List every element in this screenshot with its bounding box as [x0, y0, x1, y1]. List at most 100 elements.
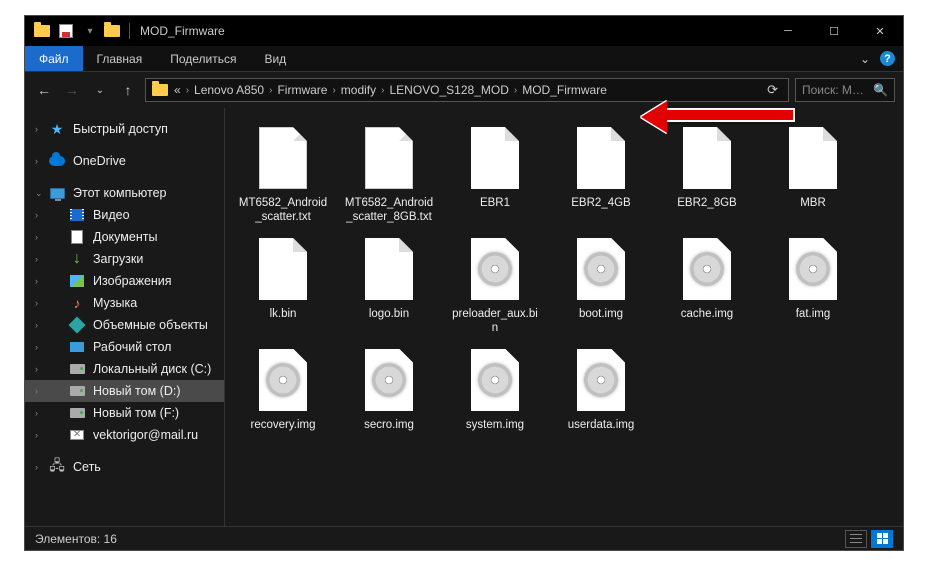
sidebar-item[interactable]: ›Локальный диск (C:) — [25, 358, 224, 380]
chevron-right-icon: › — [35, 210, 38, 220]
sidebar-item[interactable]: ›Объемные объекты — [25, 314, 224, 336]
blank-file-icon — [789, 127, 837, 189]
view-icons-button[interactable] — [871, 530, 893, 548]
blank-file-icon — [577, 127, 625, 189]
sidebar-network[interactable]: › 🖧 Сеть — [25, 456, 224, 478]
sidebar-item[interactable]: › Новый том (F:) — [25, 402, 224, 424]
sidebar-item-label: Локальный диск (C:) — [93, 362, 211, 376]
nav-up-button[interactable]: ↑ — [117, 79, 139, 101]
close-button[interactable]: ✕ — [857, 16, 903, 46]
ribbon-tab-view[interactable]: Вид — [250, 46, 300, 71]
file-item[interactable]: userdata.img — [553, 344, 649, 432]
sidebar[interactable]: › ★ Быстрый доступ › OneDrive ⌄ Этот ком… — [25, 108, 225, 526]
refresh-icon[interactable]: ⟳ — [763, 82, 782, 98]
sidebar-item-label: Новый том (D:) — [93, 384, 181, 398]
file-content-area[interactable]: MT6582_Android_scatter.txtMT6582_Android… — [225, 108, 903, 526]
nav-forward-button[interactable]: → — [61, 79, 83, 101]
sidebar-this-pc[interactable]: ⌄ Этот компьютер — [25, 182, 224, 204]
chevron-right-icon: › — [35, 156, 38, 166]
file-label: EBR1 — [478, 196, 512, 210]
chevron-right-icon: › — [35, 254, 38, 264]
sidebar-item[interactable]: ›Новый том (D:) — [25, 380, 224, 402]
disc-image-icon — [577, 238, 625, 300]
sidebar-item[interactable]: ›↓Загрузки — [25, 248, 224, 270]
save-qat-icon[interactable] — [55, 20, 77, 42]
file-item[interactable]: fat.img — [765, 233, 861, 336]
ribbon-tab-share[interactable]: Поделиться — [156, 46, 250, 71]
breadcrumb-seg-3[interactable]: LENOVO_S128_MOD — [389, 83, 508, 97]
cloud-icon — [49, 153, 65, 169]
file-item[interactable]: lk.bin — [235, 233, 331, 336]
file-item[interactable]: logo.bin — [341, 233, 437, 336]
chevron-right-icon: › — [332, 85, 335, 96]
file-item[interactable]: EBR1 — [447, 122, 543, 225]
sidebar-label: Этот компьютер — [73, 186, 166, 200]
breadcrumb-seg-2[interactable]: modify — [341, 83, 376, 97]
sidebar-item-label: Изображения — [93, 274, 172, 288]
disc-image-icon — [259, 349, 307, 411]
file-item[interactable]: secro.img — [341, 344, 437, 432]
file-item[interactable]: preloader_aux.bin — [447, 233, 543, 336]
desktop-icon — [69, 339, 85, 355]
window-title: MOD_Firmware — [140, 24, 225, 38]
nav-recent-button[interactable]: ⌄ — [89, 79, 111, 101]
chevron-right-icon: › — [35, 408, 38, 418]
minimize-button[interactable]: ─ — [765, 16, 811, 46]
sidebar-item[interactable]: ›Изображения — [25, 270, 224, 292]
sidebar-item-label: Объемные объекты — [93, 318, 208, 332]
statusbar: Элементов: 16 — [25, 526, 903, 550]
ribbon-tab-home[interactable]: Главная — [83, 46, 157, 71]
file-item[interactable]: recovery.img — [235, 344, 331, 432]
cube-icon — [69, 317, 85, 333]
file-item[interactable]: cache.img — [659, 233, 755, 336]
document-icon — [259, 127, 307, 189]
search-icon[interactable]: 🔍 — [873, 83, 888, 97]
qat-dropdown[interactable]: ▾ — [79, 20, 101, 42]
folder-qat-icon[interactable] — [31, 20, 53, 42]
file-item[interactable]: MT6582_Android_scatter.txt — [235, 122, 331, 225]
sidebar-item[interactable]: › Рабочий стол — [25, 336, 224, 358]
sidebar-item[interactable]: ›vektorigor@mail.ru — [25, 424, 224, 446]
file-item[interactable]: boot.img — [553, 233, 649, 336]
sidebar-item[interactable]: ›♪Музыка — [25, 292, 224, 314]
breadcrumb[interactable]: « › Lenovo A850 › Firmware › modify › LE… — [145, 78, 789, 102]
ribbon-expand-icon[interactable]: ⌄ — [860, 52, 870, 66]
sidebar-item[interactable]: ›Видео — [25, 204, 224, 226]
search-input[interactable]: Поиск: M… 🔍 — [795, 78, 895, 102]
file-item[interactable]: system.img — [447, 344, 543, 432]
star-icon: ★ — [49, 121, 65, 137]
sidebar-item-label: Рабочий стол — [93, 340, 171, 354]
file-label: EBR2_4GB — [569, 196, 632, 210]
file-label: fat.img — [794, 307, 833, 321]
blank-file-icon — [683, 127, 731, 189]
sidebar-onedrive[interactable]: › OneDrive — [25, 150, 224, 172]
file-item[interactable]: MBR — [765, 122, 861, 225]
breadcrumb-seg-1[interactable]: Firmware — [277, 83, 327, 97]
img-icon — [69, 273, 85, 289]
help-icon[interactable]: ? — [880, 51, 895, 66]
file-item[interactable]: EBR2_8GB — [659, 122, 755, 225]
navbar: ← → ⌄ ↑ « › Lenovo A850 › Firmware › mod… — [25, 72, 903, 108]
chevron-right-icon: › — [186, 85, 189, 96]
maximize-button[interactable]: ☐ — [811, 16, 857, 46]
monitor-icon — [49, 185, 65, 201]
breadcrumb-seg-4[interactable]: MOD_Firmware — [522, 83, 607, 97]
breadcrumb-overflow[interactable]: « — [174, 83, 181, 97]
ribbon-tab-file[interactable]: Файл — [25, 46, 83, 71]
disc-image-icon — [577, 349, 625, 411]
breadcrumb-seg-0[interactable]: Lenovo A850 — [194, 83, 264, 97]
sidebar-item[interactable]: ›Документы — [25, 226, 224, 248]
file-item[interactable]: EBR2_4GB — [553, 122, 649, 225]
sidebar-quick-access[interactable]: › ★ Быстрый доступ — [25, 118, 224, 140]
blank-file-icon — [365, 238, 413, 300]
search-placeholder: Поиск: M… — [802, 83, 867, 97]
chevron-right-icon: › — [35, 342, 38, 352]
sidebar-item-label: Новый том (F:) — [93, 406, 179, 420]
file-label: lk.bin — [268, 307, 299, 321]
file-label: logo.bin — [367, 307, 411, 321]
view-details-button[interactable] — [845, 530, 867, 548]
doc-icon — [69, 229, 85, 245]
file-item[interactable]: MT6582_Android_scatter_8GB.txt — [341, 122, 437, 225]
file-label: EBR2_8GB — [675, 196, 738, 210]
nav-back-button[interactable]: ← — [33, 79, 55, 101]
